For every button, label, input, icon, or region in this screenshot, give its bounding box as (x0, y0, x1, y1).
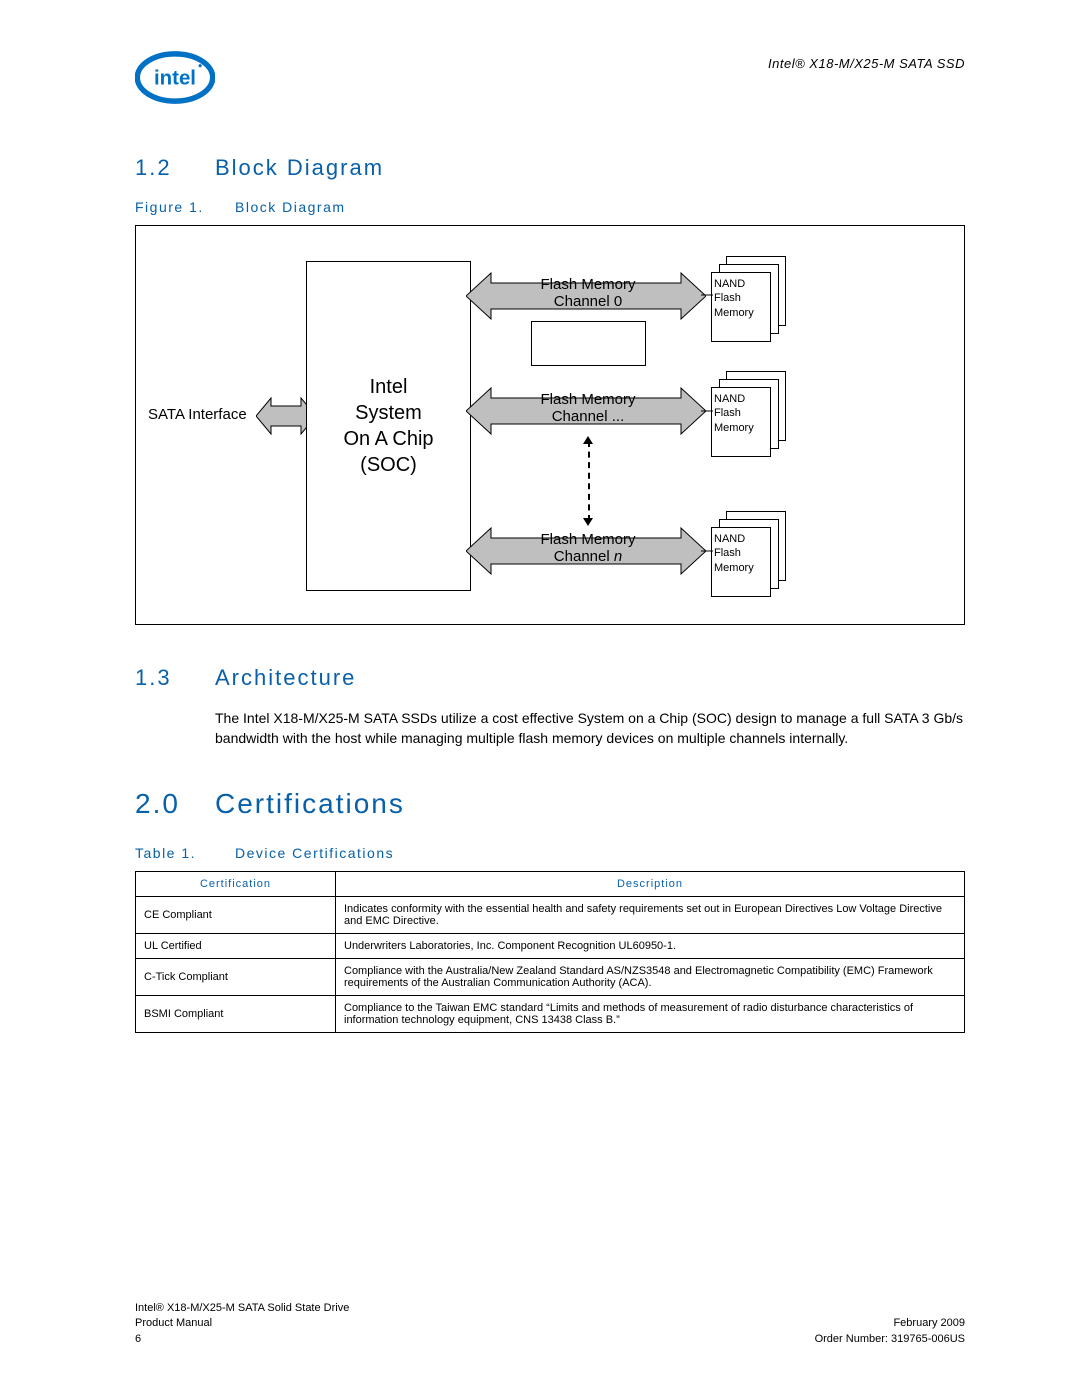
footer-left: Intel® X18-M/X25-M SATA Solid State Driv… (135, 1301, 349, 1347)
cert-name: BSMI Compliant (136, 996, 336, 1033)
table-row: UL Certified Underwriters Laboratories, … (136, 934, 965, 959)
cert-desc: Compliance to the Taiwan EMC standard “L… (336, 996, 965, 1033)
label-italic: n (614, 548, 622, 565)
col-description: Description (336, 872, 965, 897)
label-line: Channel ... (518, 408, 658, 425)
nand-stack: NAND Flash Memory (711, 256, 786, 336)
section-title: Certifications (215, 788, 405, 820)
page-footer: Intel® X18-M/X25-M SATA Solid State Driv… (135, 1301, 965, 1347)
nand-stack: NAND Flash Memory (711, 511, 786, 591)
soc-box: Intel System On A Chip (SOC) (306, 261, 471, 591)
table-label: Table 1. (135, 845, 235, 861)
nand-line: Memory (714, 306, 768, 320)
nand-line: Memory (714, 561, 768, 575)
label-line: Flash Memory (518, 391, 658, 408)
footer-right: February 2009 Order Number: 319765-006US (815, 1301, 965, 1347)
table-row: C-Tick Compliant Compliance with the Aus… (136, 959, 965, 996)
nand-line: Memory (714, 421, 768, 435)
label-line: Flash Memory (518, 276, 658, 293)
footer-line: February 2009 (815, 1316, 965, 1331)
figure-1-caption: Figure 1. Block Diagram (135, 199, 965, 215)
footer-line: Product Manual (135, 1316, 349, 1331)
arrow-head-icon (583, 518, 593, 526)
connector-line-icon (701, 410, 713, 412)
nand-line: Flash (714, 546, 768, 560)
flash-channel-n-label: Flash Memory Channel n (518, 531, 658, 565)
cert-desc: Compliance with the Australia/New Zealan… (336, 959, 965, 996)
soc-line: On A Chip (343, 426, 433, 452)
channel-box (531, 321, 646, 366)
cert-name: C-Tick Compliant (136, 959, 336, 996)
figure-title: Block Diagram (235, 199, 346, 215)
section-num: 2.0 (135, 788, 215, 820)
certifications-table: Certification Description CE Compliant I… (135, 871, 965, 1033)
table-row: CE Compliant Indicates conformity with t… (136, 897, 965, 934)
nand-line: NAND (714, 532, 768, 546)
flash-channel-0-label: Flash Memory Channel 0 (518, 276, 658, 310)
arrow-head-icon (583, 436, 593, 444)
section-title: Architecture (215, 665, 356, 691)
label-line: Channel 0 (518, 293, 658, 310)
label-line: Flash Memory (518, 531, 658, 548)
nand-stack: NAND Flash Memory (711, 371, 786, 451)
figure-label: Figure 1. (135, 199, 235, 215)
cert-desc: Underwriters Laboratories, Inc. Componen… (336, 934, 965, 959)
nand-line: NAND (714, 277, 768, 291)
cert-name: UL Certified (136, 934, 336, 959)
header-product: Intel® X18-M/X25-M SATA SSD (768, 56, 965, 71)
section-2-0-heading: 2.0 Certifications (135, 788, 965, 820)
table-1-caption: Table 1. Device Certifications (135, 845, 965, 861)
table-row: BSMI Compliant Compliance to the Taiwan … (136, 996, 965, 1033)
intel-logo-icon: intel (135, 50, 215, 105)
table-title: Device Certifications (235, 845, 394, 861)
nand-line: Flash (714, 406, 768, 420)
connector-line-icon (701, 550, 713, 552)
section-title: Block Diagram (215, 155, 384, 181)
cert-desc: Indicates conformity with the essential … (336, 897, 965, 934)
section-1-3-heading: 1.3 Architecture (135, 665, 965, 691)
sata-interface-label: SATA Interface (148, 406, 247, 423)
section-num: 1.3 (135, 665, 215, 691)
soc-line: Intel (370, 374, 408, 400)
page-number: 6 (135, 1332, 349, 1347)
soc-line: System (355, 400, 422, 426)
flash-channel-mid-label: Flash Memory Channel ... (518, 391, 658, 425)
svg-text:intel: intel (154, 68, 196, 90)
page-header: intel Intel® X18-M/X25-M SATA SSD (135, 50, 965, 105)
section-num: 1.2 (135, 155, 215, 181)
footer-line: Intel® X18-M/X25-M SATA Solid State Driv… (135, 1301, 349, 1316)
block-diagram: SATA Interface Intel System On A Chip (S… (135, 225, 965, 625)
cert-name: CE Compliant (136, 897, 336, 934)
section-1-2-heading: 1.2 Block Diagram (135, 155, 965, 181)
soc-line: (SOC) (360, 452, 417, 478)
nand-line: Flash (714, 291, 768, 305)
connector-line-icon (701, 294, 713, 296)
dashed-arrow-icon (588, 441, 590, 521)
col-certification: Certification (136, 872, 336, 897)
footer-line: Order Number: 319765-006US (815, 1332, 965, 1347)
label-text: Channel (554, 548, 614, 565)
label-line: Channel n (518, 548, 658, 565)
architecture-paragraph: The Intel X18-M/X25-M SATA SSDs utilize … (215, 709, 965, 748)
nand-line: NAND (714, 392, 768, 406)
